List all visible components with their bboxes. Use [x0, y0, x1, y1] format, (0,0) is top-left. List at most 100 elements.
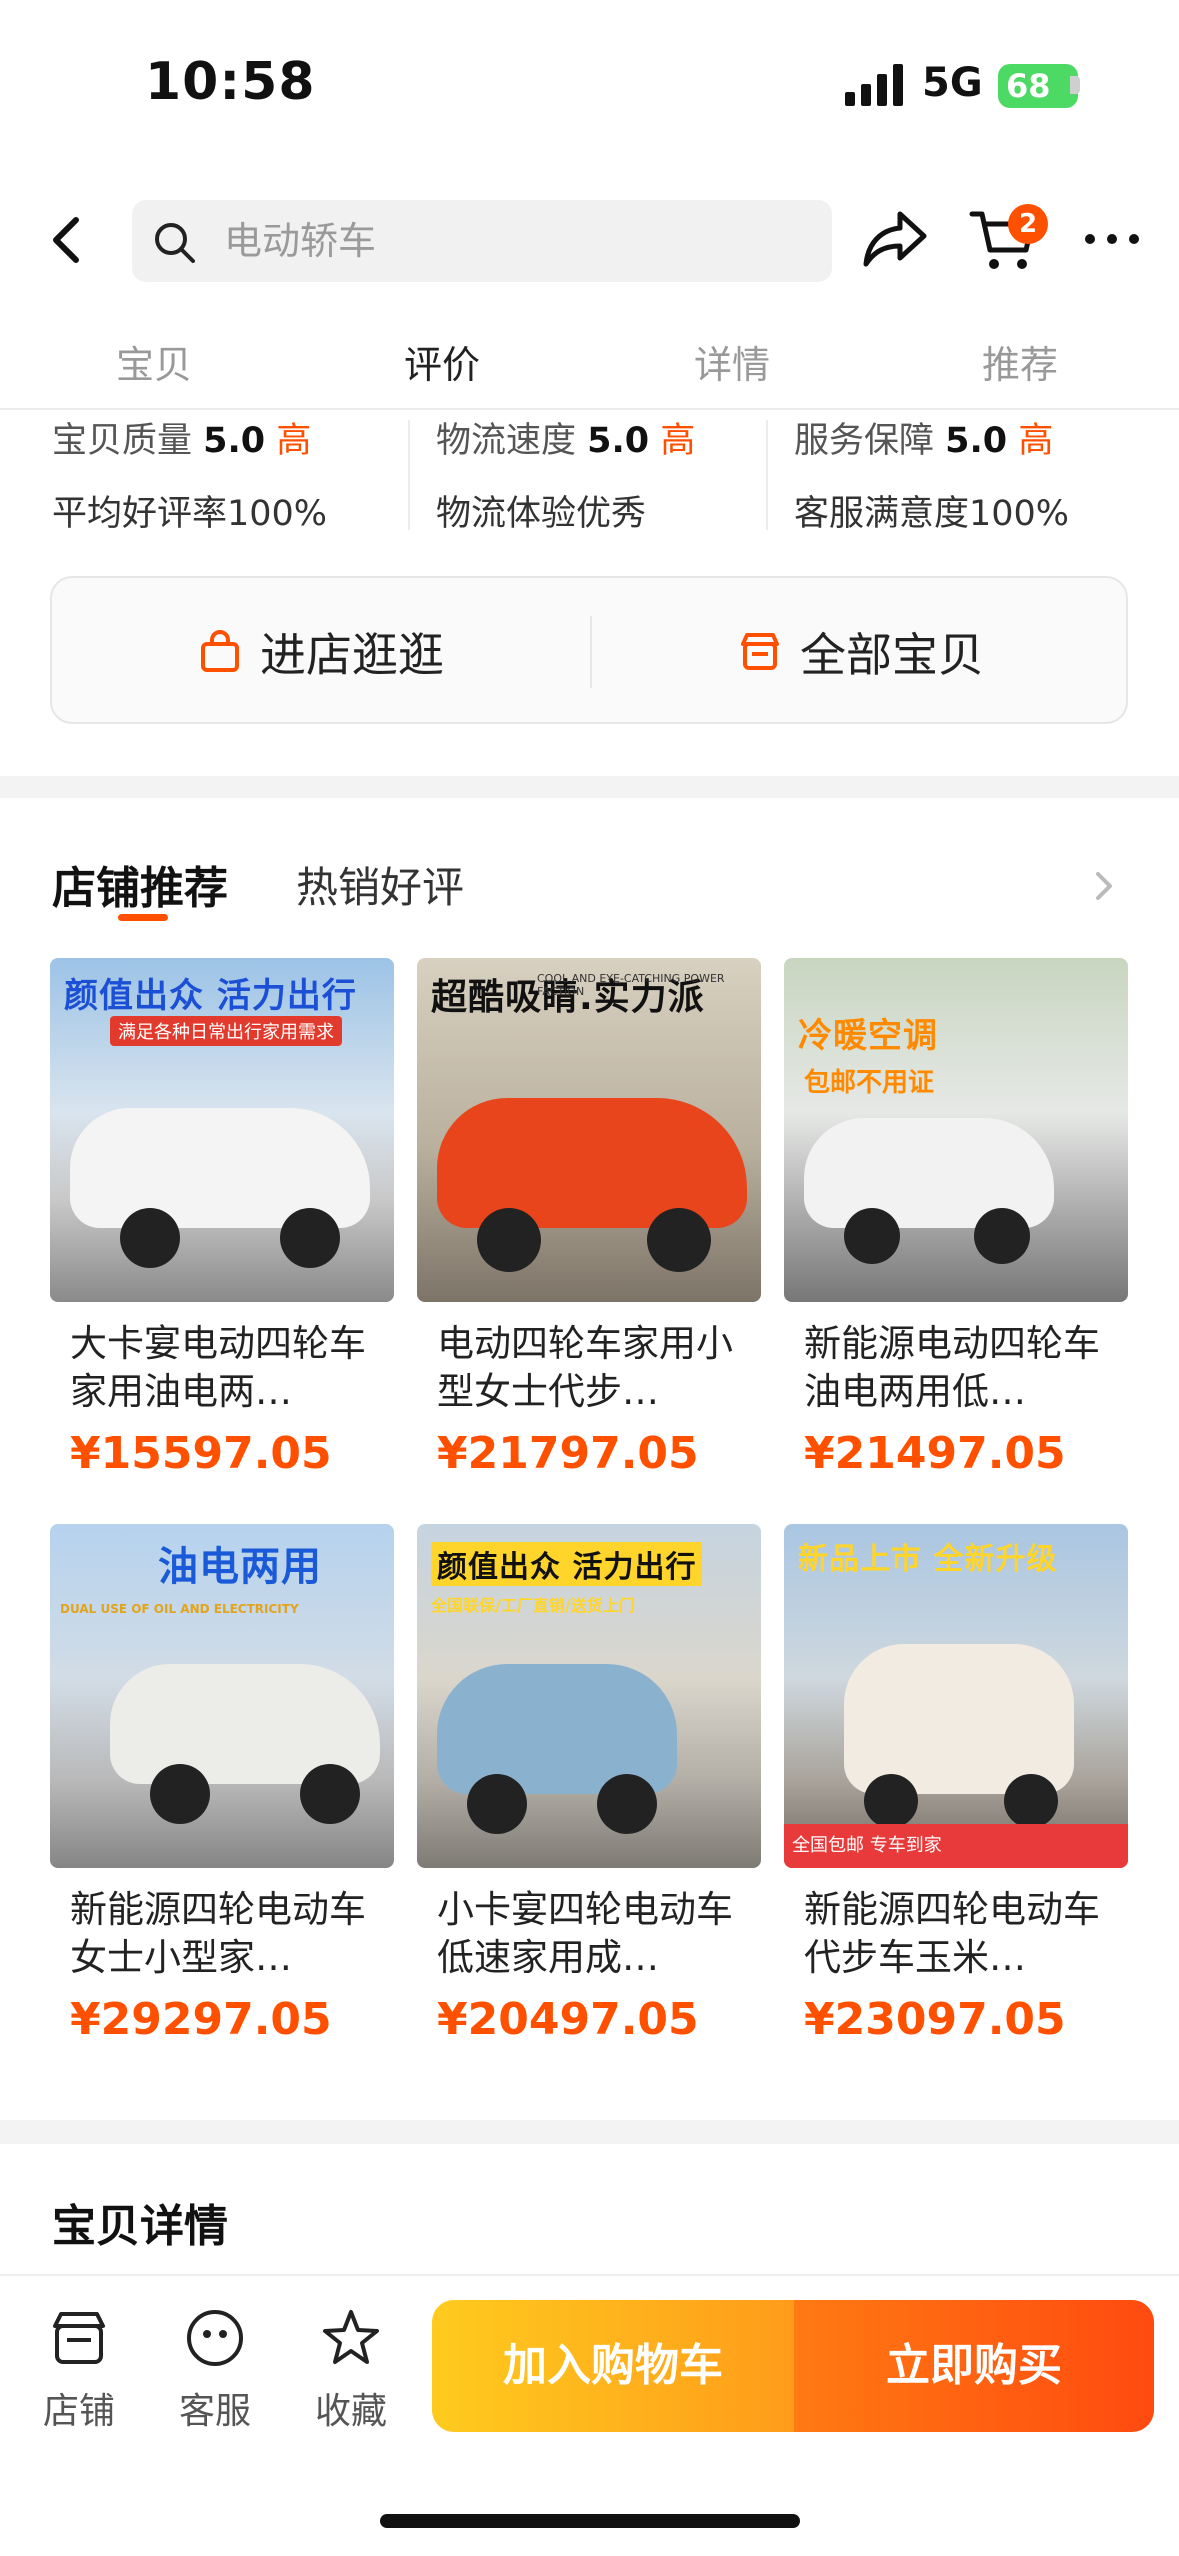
- car-wheel: [280, 1208, 340, 1268]
- shop-label: 店铺: [42, 2391, 115, 2432]
- car-wheel: [844, 1208, 900, 1264]
- rating-quality: 宝贝质量 5.0 高 平均好评率100%: [52, 412, 327, 536]
- store-icon: [741, 633, 779, 670]
- service-icon: [187, 2309, 243, 2367]
- rating-score: 5.0: [203, 421, 266, 461]
- search-icon: [155, 223, 195, 263]
- rating-label: 物流速度: [436, 421, 577, 461]
- product-price: ¥15597.05: [70, 1428, 332, 1479]
- product-price: ¥23097.05: [804, 1994, 1066, 2045]
- car-shape: [70, 1108, 370, 1228]
- cart-badge: 2: [1008, 204, 1048, 244]
- favorite-label: 收藏: [314, 2391, 387, 2432]
- product-image[interactable]: 颜值出众 活力出行 全国联保/工厂直销/送货上门: [417, 1524, 761, 1868]
- add-to-cart-button[interactable]: 加入购物车: [432, 2300, 794, 2432]
- rating-summary: 客服满意度100%: [794, 494, 1070, 534]
- banner-text: 冷暖空调: [798, 1016, 938, 1056]
- more-icon[interactable]: [1080, 224, 1144, 254]
- rating-label: 宝贝质量: [52, 421, 193, 461]
- product-image[interactable]: 冷暖空调 包邮不用证: [784, 958, 1128, 1302]
- shop-button[interactable]: 店铺: [24, 2306, 134, 2434]
- car-shape: [844, 1644, 1074, 1794]
- product-price: ¥21797.05: [437, 1428, 699, 1479]
- favorite-button[interactable]: 收藏: [296, 2306, 406, 2434]
- product-image[interactable]: 油电两用 DUAL USE OF OIL AND ELECTRICITY: [50, 1524, 394, 1868]
- bag-icon: [201, 630, 239, 672]
- car-wheel: [864, 1774, 918, 1828]
- share-icon[interactable]: [862, 208, 928, 268]
- image-banner: 冷暖空调: [784, 958, 1128, 1056]
- visit-store-label: 进店逛逛: [260, 628, 444, 682]
- car-wheel: [597, 1774, 657, 1834]
- image-banner: 新品上市 全新升级: [784, 1524, 1128, 1604]
- car-wheel: [300, 1764, 360, 1824]
- rating-label: 服务保障: [794, 421, 935, 461]
- car-wheel: [647, 1208, 711, 1272]
- rating-summary: 物流体验优秀: [436, 494, 647, 534]
- banner-subtitle: DUAL USE OF OIL AND ELECTRICITY: [60, 1602, 299, 1616]
- detail-section-title: 宝贝详情: [52, 2201, 228, 2252]
- product-title: 新能源电动四轮车油电两用低…: [804, 1322, 1100, 1413]
- section-gap: [0, 776, 1179, 798]
- car-wheel: [467, 1774, 527, 1834]
- back-icon[interactable]: [40, 212, 96, 268]
- status-time: 10:58: [145, 52, 316, 112]
- car-shape: [437, 1664, 677, 1794]
- buy-now-button[interactable]: 立即购买: [794, 2300, 1154, 2432]
- all-items-button[interactable]: 全部宝贝: [592, 578, 1130, 726]
- star-icon: [323, 2310, 379, 2364]
- signal-icon: [845, 64, 903, 106]
- banner-subtitle: 全国包邮 专车到家: [784, 1824, 1128, 1868]
- product-image[interactable]: 颜值出众 活力出行 满足各种日常出行家用需求: [50, 958, 394, 1302]
- car-wheel: [120, 1208, 180, 1268]
- rating-level: 高: [276, 421, 312, 461]
- service-label: 客服: [178, 2391, 251, 2432]
- banner-text: 新品上市 全新升级: [798, 1542, 1058, 1577]
- recommend-tabs: 店铺推荐 热销好评: [0, 840, 1179, 940]
- store-actions: 进店逛逛 全部宝贝: [50, 576, 1128, 724]
- tab-recommend[interactable]: 推荐: [982, 334, 1058, 389]
- tab-details[interactable]: 详情: [694, 334, 770, 389]
- product-tabs: 宝贝 评价 详情 推荐: [0, 320, 1179, 410]
- product-price: ¥29297.05: [70, 1994, 332, 2045]
- divider: [408, 420, 410, 530]
- banner-subtitle: 全国联保/工厂直销/送货上门: [431, 1596, 635, 1615]
- banner-text: 颜值出众 活力出行: [64, 976, 357, 1016]
- tab-hot-reviews[interactable]: 热销好评: [296, 854, 464, 915]
- search-box[interactable]: 电动轿车: [132, 200, 832, 282]
- rating-score: 5.0: [587, 421, 650, 461]
- product-image[interactable]: 新品上市 全新升级 全国包邮 专车到家: [784, 1524, 1128, 1868]
- tab-store-recommend[interactable]: 店铺推荐: [52, 852, 228, 916]
- banner-text: 油电两用: [158, 1544, 322, 1590]
- banner-subtitle: COOL AND EYE-CATCHING POWER FACTION: [537, 972, 725, 998]
- car-wheel: [974, 1208, 1030, 1264]
- product-price: ¥21497.05: [804, 1428, 1066, 1479]
- product-title: 新能源四轮电动车女士小型家…: [70, 1888, 366, 1979]
- network-type: 5G: [922, 60, 983, 106]
- all-items-label: 全部宝贝: [800, 628, 984, 682]
- tab-item[interactable]: 宝贝: [116, 334, 192, 389]
- chevron-right-icon[interactable]: [1090, 866, 1118, 906]
- rating-summary: 平均好评率100%: [52, 494, 328, 534]
- product-title: 小卡宴四轮电动车低速家用成…: [437, 1888, 733, 1979]
- banner-subtitle: 包邮不用证: [804, 1068, 935, 1098]
- car-wheel: [150, 1764, 210, 1824]
- visit-store-button[interactable]: 进店逛逛: [52, 578, 590, 726]
- image-banner: 油电两用: [50, 1524, 394, 1604]
- banner-subtitle: 满足各种日常出行家用需求: [110, 1016, 342, 1046]
- divider: [766, 420, 768, 530]
- service-button[interactable]: 客服: [160, 2306, 270, 2434]
- product-title: 电动四轮车家用小型女士代步…: [437, 1322, 733, 1413]
- car-shape: [437, 1098, 747, 1228]
- tab-reviews[interactable]: 评价: [404, 334, 480, 389]
- shop-icon: [53, 2312, 105, 2364]
- rating-level: 高: [660, 421, 696, 461]
- product-title: 新能源四轮电动车代步车玉米…: [804, 1888, 1100, 1979]
- search-input[interactable]: 电动轿车: [224, 200, 376, 282]
- product-title: 大卡宴电动四轮车家用油电两…: [70, 1322, 366, 1413]
- product-image[interactable]: 超酷吸睛.实力派 COOL AND EYE-CATCHING POWER FAC…: [417, 958, 761, 1302]
- car-wheel: [477, 1208, 541, 1272]
- active-tab-indicator: [118, 914, 168, 921]
- rating-logistics: 物流速度 5.0 高 物流体验优秀: [436, 412, 695, 536]
- battery-level: 68: [998, 64, 1078, 108]
